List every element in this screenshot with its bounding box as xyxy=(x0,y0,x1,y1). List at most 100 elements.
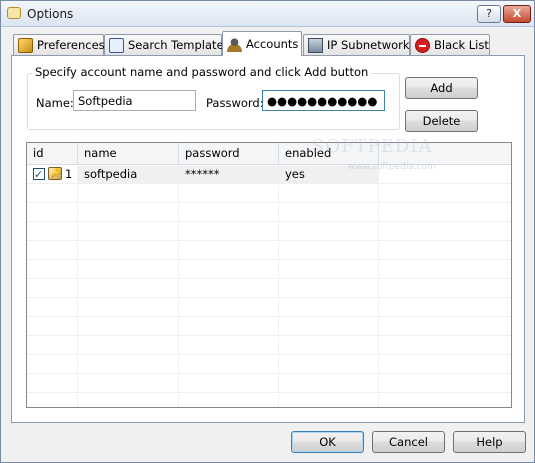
column-header-enabled[interactable]: enabled xyxy=(279,143,379,165)
window-title: Options xyxy=(27,7,74,21)
empty-cell xyxy=(27,185,78,203)
empty-cell xyxy=(379,223,511,241)
tab-preferences[interactable]: Preferences xyxy=(13,34,105,55)
empty-row xyxy=(27,318,511,336)
empty-cell xyxy=(379,242,511,260)
empty-row xyxy=(27,337,511,355)
empty-cell xyxy=(279,204,379,222)
cell-password: ****** xyxy=(179,166,279,184)
name-label: Name: xyxy=(36,96,74,110)
empty-row xyxy=(27,223,511,241)
empty-cell xyxy=(179,223,279,241)
empty-cell xyxy=(27,223,78,241)
empty-cell xyxy=(27,318,78,336)
empty-cell xyxy=(379,337,511,355)
accounts-grid[interactable]: id name password enabled 1 softpedia ***… xyxy=(26,142,512,408)
empty-cell xyxy=(179,242,279,260)
empty-cell xyxy=(78,318,179,336)
close-button[interactable]: X xyxy=(503,5,531,23)
password-label: Password: xyxy=(206,96,264,110)
empty-cell xyxy=(179,204,279,222)
delete-button[interactable]: Delete xyxy=(405,110,478,132)
accounts-icon xyxy=(227,36,242,52)
empty-cell xyxy=(379,299,511,317)
tab-label: Search Templates xyxy=(128,38,230,52)
blacklist-icon xyxy=(415,37,430,53)
options-window: Options ? X Preferences Search Templates… xyxy=(0,0,535,463)
group-label: Specify account name and password and cl… xyxy=(32,65,372,79)
empty-cell xyxy=(78,242,179,260)
column-header-password[interactable]: password xyxy=(179,143,279,165)
tab-accounts[interactable]: Accounts xyxy=(222,31,302,56)
empty-cell xyxy=(78,356,179,374)
empty-cell xyxy=(279,375,379,393)
tab-label: Accounts xyxy=(246,37,299,51)
empty-cell xyxy=(379,394,511,407)
empty-cell xyxy=(179,299,279,317)
add-button[interactable]: Add xyxy=(405,77,478,99)
cell-name: softpedia xyxy=(78,166,179,184)
empty-cell xyxy=(279,242,379,260)
tab-search-templates[interactable]: Search Templates xyxy=(104,34,230,55)
empty-cell xyxy=(179,375,279,393)
empty-cell xyxy=(78,261,179,279)
empty-row xyxy=(27,280,511,298)
tab-black-list[interactable]: Black List xyxy=(410,34,490,55)
empty-cell xyxy=(78,185,179,203)
empty-cell xyxy=(78,280,179,298)
tab-label: IP Subnetworks xyxy=(327,38,416,52)
empty-cell xyxy=(27,299,78,317)
empty-cell xyxy=(279,356,379,374)
empty-row xyxy=(27,204,511,222)
empty-row xyxy=(27,185,511,203)
empty-cell xyxy=(78,394,179,407)
empty-row xyxy=(27,375,511,393)
cancel-button[interactable]: Cancel xyxy=(372,431,445,453)
table-row[interactable]: 1 softpedia ****** yes xyxy=(27,166,511,184)
column-header-id[interactable]: id xyxy=(27,143,78,165)
empty-cell xyxy=(279,185,379,203)
empty-cell xyxy=(27,242,78,260)
empty-cell xyxy=(27,394,78,407)
empty-cell xyxy=(78,204,179,222)
help-title-button[interactable]: ? xyxy=(477,5,501,23)
empty-cell xyxy=(27,204,78,222)
empty-cell xyxy=(379,318,511,336)
empty-cell xyxy=(27,337,78,355)
empty-cell xyxy=(179,356,279,374)
empty-cell xyxy=(279,261,379,279)
empty-cell xyxy=(179,280,279,298)
cell-filler xyxy=(379,166,511,184)
empty-cell xyxy=(78,375,179,393)
column-header-filler xyxy=(379,143,511,165)
empty-cell xyxy=(379,280,511,298)
empty-cell xyxy=(279,280,379,298)
empty-cell xyxy=(279,318,379,336)
empty-row xyxy=(27,242,511,260)
empty-cell xyxy=(27,280,78,298)
enabled-checkbox[interactable] xyxy=(33,166,45,183)
empty-cell xyxy=(27,356,78,374)
grid-header: id name password enabled xyxy=(27,143,511,165)
help-button[interactable]: Help xyxy=(453,431,526,453)
empty-cell xyxy=(179,261,279,279)
empty-cell xyxy=(78,223,179,241)
empty-cell xyxy=(27,375,78,393)
password-input[interactable] xyxy=(262,90,385,111)
key-icon xyxy=(48,166,62,183)
empty-cell xyxy=(179,337,279,355)
tab-label: Black List xyxy=(434,38,489,52)
empty-cell xyxy=(379,356,511,374)
column-header-name[interactable]: name xyxy=(78,143,179,165)
preferences-icon xyxy=(18,37,33,53)
empty-row xyxy=(27,356,511,374)
empty-cell xyxy=(179,394,279,407)
title-bar: Options ? X xyxy=(1,1,534,27)
empty-cell xyxy=(379,375,511,393)
empty-cell xyxy=(78,337,179,355)
empty-cell xyxy=(279,337,379,355)
empty-cell xyxy=(279,299,379,317)
ok-button[interactable]: OK xyxy=(291,431,364,453)
tab-ip-subnetworks[interactable]: IP Subnetworks xyxy=(303,34,416,55)
name-input[interactable] xyxy=(73,90,196,111)
